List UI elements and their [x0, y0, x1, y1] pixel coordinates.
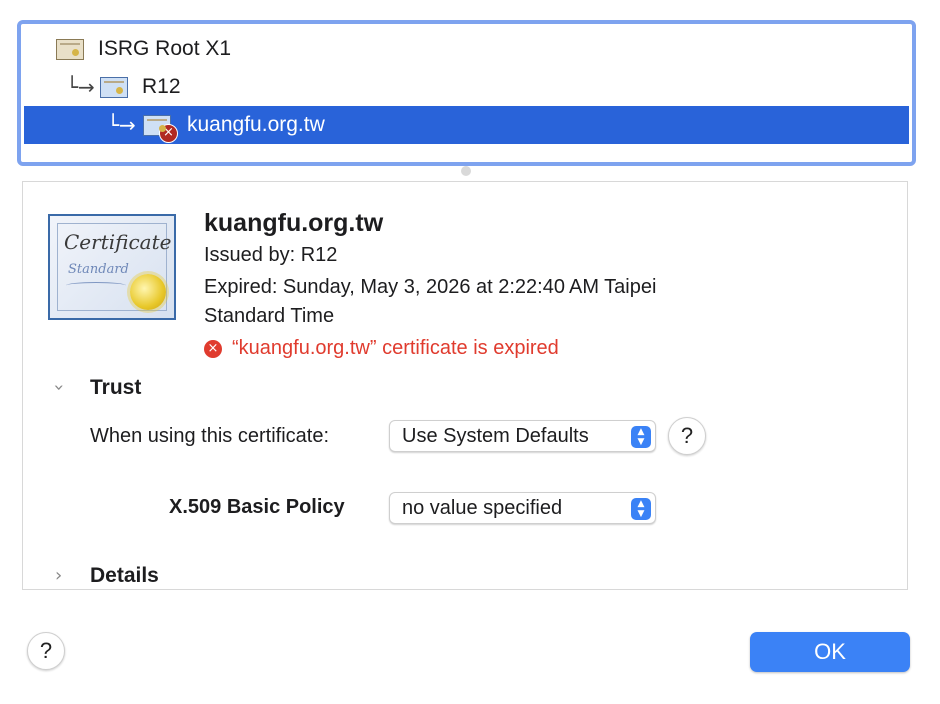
- trust-setting-popup[interactable]: Use System Defaults ▲ ▼: [389, 420, 656, 452]
- popup-stepper-icon: ▲ ▼: [631, 426, 651, 448]
- x509-policy-label: X.509 Basic Policy: [169, 496, 345, 518]
- trust-help-button[interactable]: ?: [668, 417, 706, 455]
- chevron-down-icon[interactable]: ›: [49, 381, 70, 395]
- certificate-icon: [56, 38, 84, 60]
- chevron-right-icon[interactable]: ›: [55, 565, 62, 586]
- details-section-heading[interactable]: Details: [90, 564, 159, 588]
- hierarchy-arrow-icon: └→: [66, 75, 95, 99]
- certificate-chain-list[interactable]: ISRG Root X1 └→ R12 └→ × kuangfu.org.tw: [17, 20, 916, 166]
- error-badge-icon: ×: [159, 123, 178, 143]
- trust-setting-value: Use System Defaults: [402, 424, 589, 447]
- chain-item-label: kuangfu.org.tw: [187, 113, 325, 136]
- certificate-error-icon: ×: [143, 114, 178, 143]
- help-button[interactable]: ?: [27, 632, 65, 670]
- certificate-status: × “kuangfu.org.tw” certificate is expire…: [204, 337, 559, 360]
- x509-policy-popup[interactable]: no value specified ▲ ▼: [389, 492, 656, 524]
- error-icon: ×: [204, 339, 222, 358]
- certificate-icon: [100, 76, 128, 98]
- chain-item-r12[interactable]: └→ R12: [66, 68, 181, 106]
- chain-item-label: ISRG Root X1: [98, 37, 232, 60]
- popup-stepper-icon: ▲ ▼: [631, 498, 651, 520]
- split-view-handle[interactable]: [461, 166, 471, 176]
- when-using-label: When using this certificate:: [90, 425, 329, 447]
- trust-section-heading[interactable]: Trust: [90, 376, 141, 400]
- certificate-name: kuangfu.org.tw: [204, 209, 384, 237]
- expiration-text: Expired: Sunday, May 3, 2026 at 2:22:40 …: [204, 276, 657, 298]
- seal-icon: [130, 274, 166, 310]
- certificate-image-title: Certificate: [64, 230, 172, 254]
- chain-item-isrg-root-x1[interactable]: ISRG Root X1: [56, 30, 231, 68]
- x509-policy-value: no value specified: [402, 496, 563, 519]
- chain-item-kuangfu-org-tw[interactable]: └→ × kuangfu.org.tw: [24, 106, 909, 144]
- certificate-image-subtitle: Standard: [68, 262, 129, 277]
- hierarchy-arrow-icon: └→: [107, 113, 136, 137]
- certificate-large-icon: Certificate Standard: [48, 214, 176, 320]
- ok-button[interactable]: OK: [750, 632, 910, 672]
- certificate-status-text: “kuangfu.org.tw” certificate is expired: [232, 337, 559, 359]
- chain-item-label: R12: [142, 75, 181, 98]
- expiration-text-continued: Standard Time: [204, 305, 335, 327]
- issued-by-text: Issued by: R12: [204, 244, 338, 266]
